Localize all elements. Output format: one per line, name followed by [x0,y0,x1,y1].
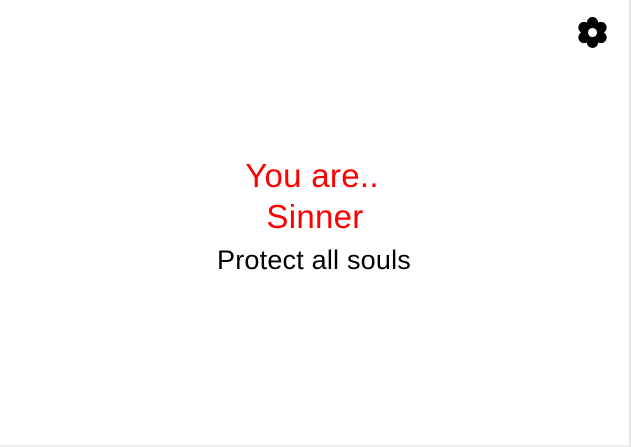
role-reveal: You are.. Sinner Protect all souls [0,155,628,277]
settings-button[interactable] [576,16,609,49]
role-name: Sinner [266,198,364,235]
game-screen: You are.. Sinner Protect all souls [0,0,631,447]
role-prefix: You are.. [245,157,379,194]
objective-text: Protect all souls [217,245,411,275]
gear-icon[interactable] [576,16,609,49]
